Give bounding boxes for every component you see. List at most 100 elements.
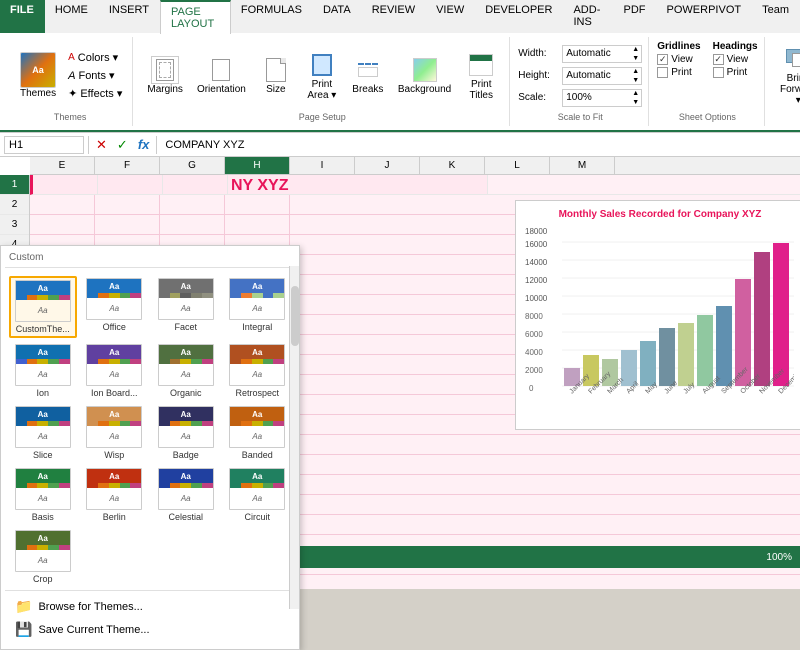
theme-item-circuit[interactable]: AaAaCircuit [224,466,292,524]
scale-input[interactable] [563,91,630,104]
insert-function-icon[interactable]: fx [135,137,153,152]
svg-text:16000: 16000 [525,240,548,249]
formula-input[interactable] [161,137,796,153]
theme-item-crop[interactable]: AaAaCrop [9,528,77,586]
tab-home[interactable]: HOME [45,0,99,33]
browse-themes-action[interactable]: 📁 Browse for Themes... [9,595,291,618]
cell[interactable] [160,215,225,234]
margins-button[interactable]: Margins [141,52,189,99]
theme-item-retrospect[interactable]: AaAaRetrospect [224,342,292,400]
theme-label: Facet [174,322,197,332]
tab-data[interactable]: DATA [313,0,362,33]
orientation-button[interactable]: Orientation [191,52,252,99]
gridlines-view-check[interactable] [657,54,668,65]
cell[interactable] [160,195,225,214]
gridlines-print-check[interactable] [657,67,668,78]
headings-view-label: View [727,54,749,65]
theme-item-basis[interactable]: AaAaBasis [9,466,77,524]
tab-insert[interactable]: INSERT [99,0,160,33]
theme-label: Berlin [103,512,126,522]
name-box[interactable] [4,136,84,154]
headings-print-item[interactable]: Print [713,67,758,78]
dropdown-scrollbar[interactable] [289,266,299,609]
svg-text:14000: 14000 [525,258,548,267]
tab-page-layout[interactable]: PAGE LAYOUT [160,0,231,34]
height-down[interactable]: ▼ [630,76,641,85]
cell[interactable] [95,195,160,214]
print-titles-button[interactable]: PrintTitles [459,47,503,105]
height-spinbox[interactable]: ▲ ▼ [562,67,642,85]
theme-thumb: AaAa [86,406,142,448]
tab-file[interactable]: FILE [0,0,45,33]
gridlines-view-item[interactable]: View [657,54,700,65]
tab-formulas[interactable]: FORMULAS [231,0,313,33]
theme-item-berlin[interactable]: AaAaBerlin [81,466,149,524]
theme-item-facet[interactable]: AaAaFacet [152,276,220,338]
gridlines-print-item[interactable]: Print [657,67,700,78]
save-theme-action[interactable]: 💾 Save Current Theme... [9,618,291,641]
headings-view-item[interactable]: View [713,54,758,65]
theme-item-customthe...[interactable]: AaAaCustomThe... [9,276,77,338]
theme-item-wisp[interactable]: AaAaWisp [81,404,149,462]
cell[interactable] [225,195,290,214]
height-row: Height: ▲ ▼ [518,67,642,85]
cell[interactable] [225,215,290,234]
theme-thumb: AaAa [15,406,71,448]
confirm-icon[interactable]: ✓ [114,137,131,153]
cell[interactable] [30,195,95,214]
table-row: NY XYZ [30,175,800,195]
theme-item-organic[interactable]: AaAaOrganic [152,342,220,400]
width-spinbox[interactable]: ▲ ▼ [562,45,642,63]
bring-forward-button[interactable]: BringForward ▾ [773,41,800,110]
cell-g1[interactable] [163,175,228,194]
theme-item-ion-board...[interactable]: AaAaIon Board... [81,342,149,400]
theme-item-office[interactable]: AaAaOffice [81,276,149,338]
colors-button[interactable]: A Colors ▾ [64,49,126,66]
cell-h1[interactable]: NY XYZ [228,175,488,194]
effects-button[interactable]: ✦ Effects ▾ [64,85,126,102]
cell[interactable] [95,215,160,234]
headings-print-check[interactable] [713,67,724,78]
tab-pdf[interactable]: PDF [614,0,657,33]
cancel-icon[interactable]: ✕ [93,137,110,153]
background-button[interactable]: Background [392,52,457,99]
theme-label: Office [103,322,126,332]
tab-developer[interactable]: DEVELOPER [475,0,563,33]
scrollbar-thumb[interactable] [291,286,299,346]
themes-button[interactable]: Aa Themes [14,48,62,103]
gridlines-heading: Gridlines [657,41,700,52]
theme-item-ion[interactable]: AaAaIon [9,342,77,400]
tab-team[interactable]: Team [752,0,800,33]
tab-view[interactable]: VIEW [426,0,475,33]
theme-item-banded[interactable]: AaAaBanded [224,404,292,462]
formula-bar-separator [88,136,89,154]
breaks-button[interactable]: Breaks [346,52,390,99]
headings-view-check[interactable] [713,54,724,65]
height-up[interactable]: ▲ [630,67,641,76]
tab-addins[interactable]: ADD-INS [563,0,613,33]
theme-label: Ion Board... [91,388,138,398]
svg-text:0: 0 [529,384,534,393]
print-area-button[interactable]: PrintArea ▾ [300,47,344,105]
scale-up[interactable]: ▲ [630,89,641,98]
cell-e1[interactable] [33,175,98,194]
tab-powerpivot[interactable]: POWERPIVOT [657,0,753,33]
width-input[interactable] [563,47,630,60]
cell-f1[interactable] [98,175,163,194]
scale-spinbox[interactable]: ▲ ▼ [562,89,642,107]
height-input[interactable] [563,69,630,82]
arrange-items: BringForward ▾ SendBackward ▾ [773,41,800,110]
size-button[interactable]: Size [254,52,298,99]
cell[interactable] [30,215,95,234]
scale-down[interactable]: ▼ [630,98,641,107]
col-header-k: K [420,157,485,174]
fonts-button[interactable]: A Fonts ▾ [64,67,126,84]
theme-item-badge[interactable]: AaAaBadge [152,404,220,462]
theme-item-celestial[interactable]: AaAaCelestial [152,466,220,524]
width-down[interactable]: ▼ [630,54,641,63]
width-up[interactable]: ▲ [630,45,641,54]
theme-item-slice[interactable]: AaAaSlice [9,404,77,462]
tab-review[interactable]: REVIEW [362,0,426,33]
theme-thumb: AaAa [158,344,214,386]
theme-item-integral[interactable]: AaAaIntegral [224,276,292,338]
